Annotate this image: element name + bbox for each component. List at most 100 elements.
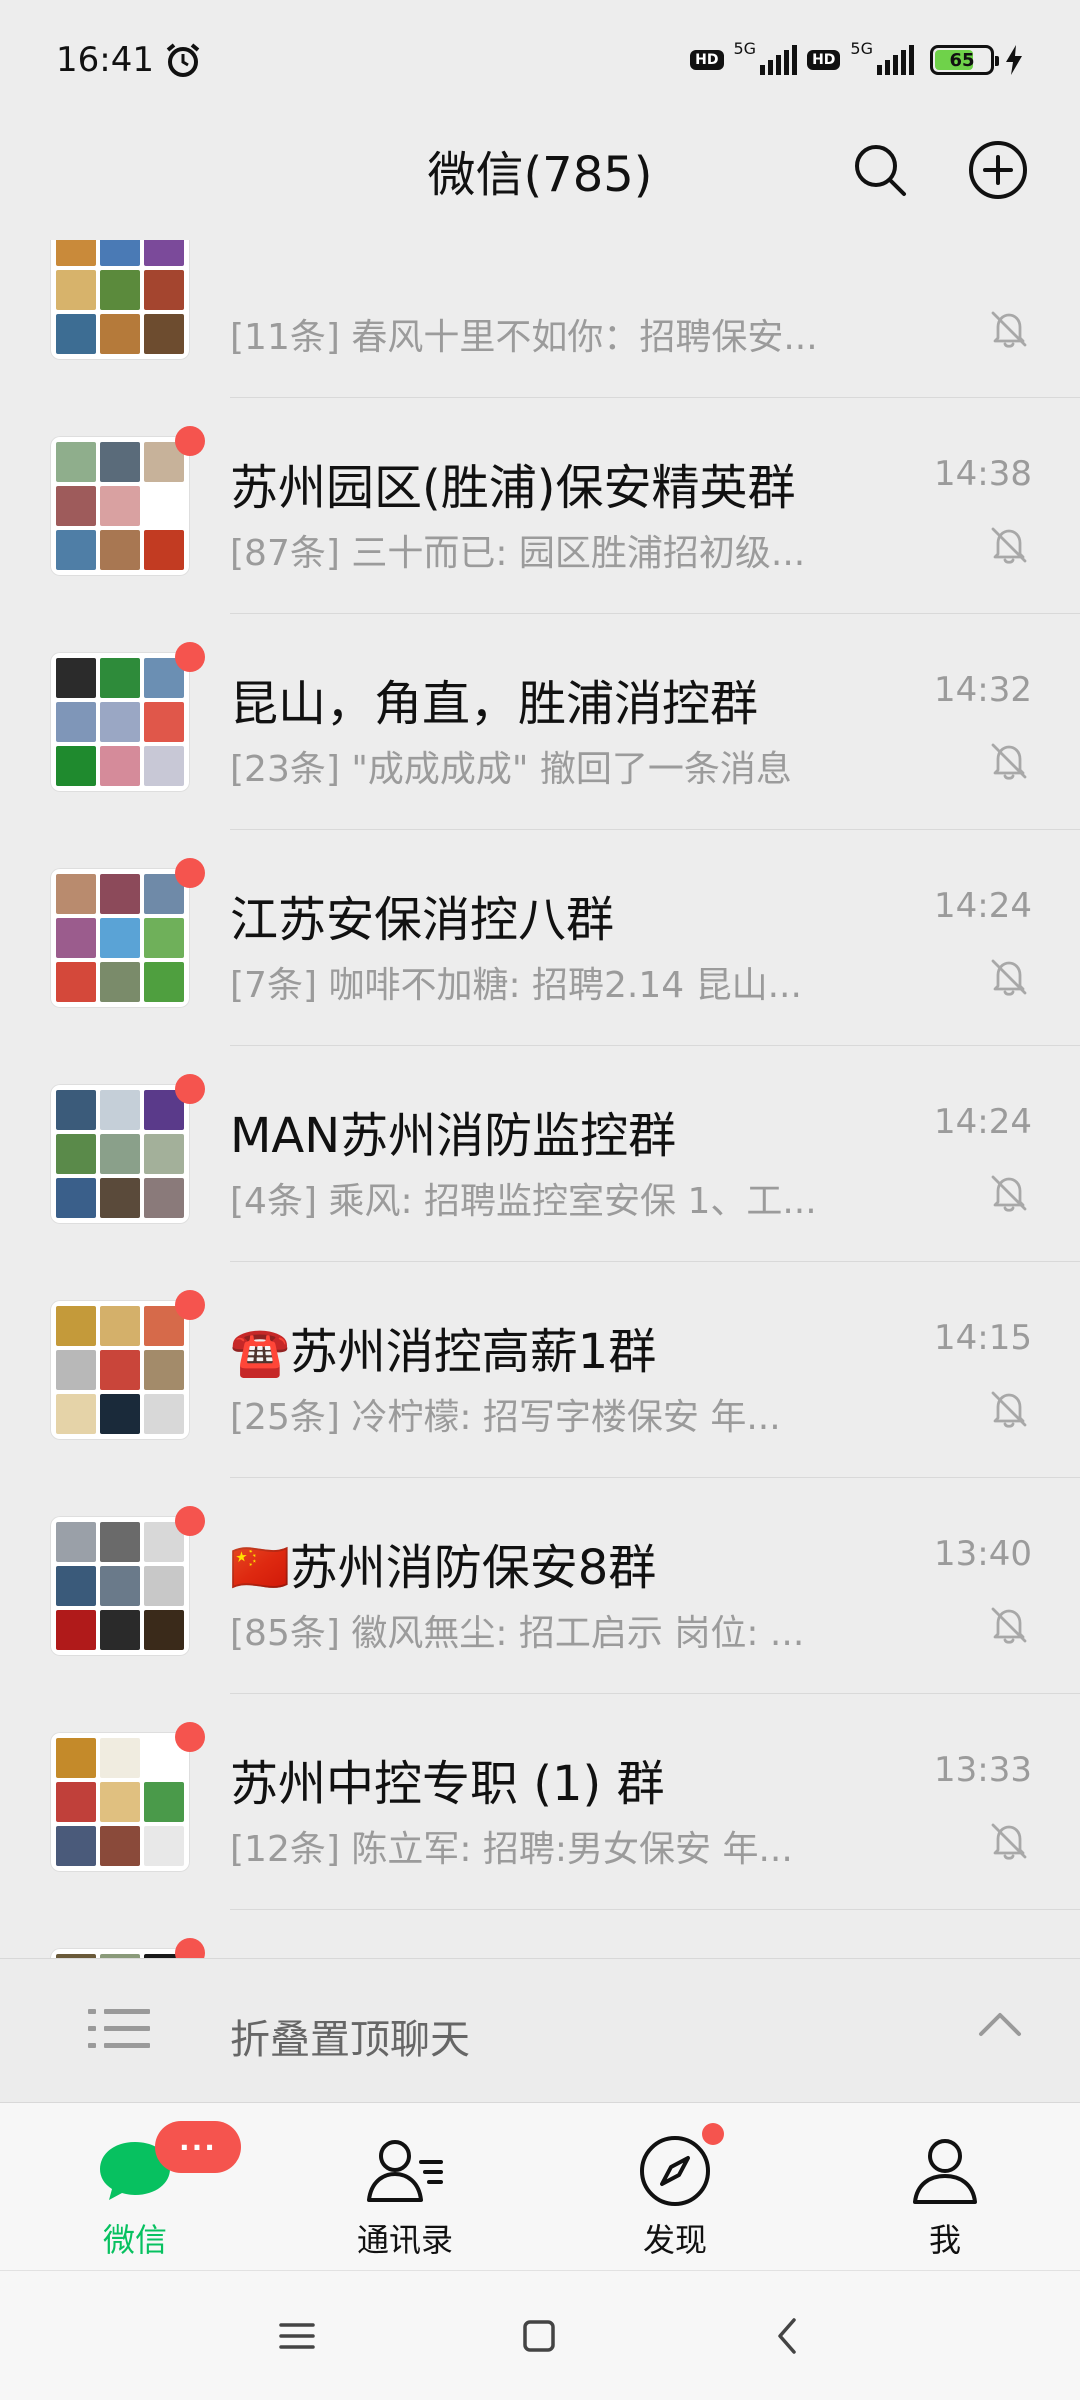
avatar-tile: [100, 1826, 140, 1866]
chat-row[interactable]: 🇨🇳苏州消防保安8群 13:40 [85条] 徽风無尘: 招工启示 岗位: ...: [0, 1478, 1080, 1694]
discover-dot: [702, 2123, 724, 2145]
tab-label-chats: 微信: [102, 2221, 167, 2259]
network-type-1: 5G: [733, 39, 757, 58]
avatar-tile: [100, 530, 140, 570]
avatar-tile: [144, 1134, 184, 1174]
chat-preview: [25条] 冷柠檬: 招写字楼保安 年...: [230, 1397, 781, 1438]
group-avatar: [50, 436, 190, 576]
tab-discover[interactable]: 发现: [540, 2103, 810, 2270]
avatar-tile: [56, 270, 96, 310]
avatar-tile: [100, 240, 140, 266]
chat-time: 14:24: [934, 1102, 1032, 1142]
network-1: 5G: [734, 39, 798, 75]
chat-row[interactable]: 苏州中控专职 (1) 群 13:33 [12条] 陈立军: 招聘:男女保安 年...: [0, 1694, 1080, 1910]
avatar-tile: [144, 1566, 184, 1606]
search-button[interactable]: [850, 140, 910, 200]
mute-bell-icon: [991, 311, 1027, 348]
search-icon: [855, 145, 906, 196]
chat-time: 14:32: [934, 670, 1032, 710]
network-type-2: 5G: [850, 39, 873, 58]
chat-row[interactable]: 江苏安保消控八群 14:24 [7条] 咖啡不加糖: 招聘2.14 昆山...: [0, 830, 1080, 1046]
avatar-tile: [100, 1522, 140, 1562]
avatar-tile: [144, 530, 184, 570]
avatar-tile: [144, 746, 184, 786]
chat-row[interactable]: ☎️苏州消控高薪1群 14:15 [25条] 冷柠檬: 招写字楼保安 年...: [0, 1262, 1080, 1478]
bottom-tab-bar: ··· 微信 通讯录 发现 我: [0, 2102, 1080, 2270]
chat-row[interactable]: 昆山，角直，胜浦消控群 14:32 [23条] "成成成成" 撤回了一条消息: [0, 614, 1080, 830]
status-left: 16:41: [56, 40, 202, 80]
chat-preview: [12条] 陈立军: 招聘:男女保安 年...: [230, 1829, 793, 1870]
avatar-tile: [56, 1350, 96, 1390]
mute-bell-icon: [991, 527, 1027, 564]
chat-row[interactable]: 🇨🇳苏州虎丘保安消控招...13:29[29条] 知足常乐: @沉默不是金...: [0, 1910, 1080, 1958]
avatar-tile: [144, 1178, 184, 1218]
add-button[interactable]: [968, 140, 1028, 200]
chat-name: ☎️苏州消控高薪1群: [230, 1324, 657, 1380]
avatar-tile: [144, 1826, 184, 1866]
avatar-tile: [100, 314, 140, 354]
page-title: 微信(785): [427, 147, 653, 203]
status-time: 16:41: [56, 40, 154, 80]
chat-list-viewport[interactable]: [11条] 春风十里不如你：招聘保安... 苏州园区(胜浦)保安精英群 14:38 […: [0, 240, 1080, 1958]
avatar-tile: [56, 1394, 96, 1434]
avatar-tile: [56, 1134, 96, 1174]
avatar-tile: [100, 918, 140, 958]
chat-time: 14:15: [934, 1318, 1032, 1358]
back-nav-button[interactable]: [762, 2311, 812, 2361]
avatar-tile: [100, 702, 140, 742]
avatar-tile: [144, 1610, 184, 1650]
chat-row[interactable]: MAN苏州消防监控群 14:24 [4条] 乘风: 招聘监控室安保 1、工...: [0, 1046, 1080, 1262]
chat-preview: [87条] 三十而已: 园区胜浦招初级...: [230, 533, 806, 574]
avatar-tile: [144, 702, 184, 742]
unread-dot: [175, 426, 205, 456]
tab-me[interactable]: 我: [810, 2103, 1080, 2270]
avatar-tile: [144, 240, 184, 266]
chat-row[interactable]: 苏州园区(胜浦)保安精英群 14:38 [87条] 三十而已: 园区胜浦招初级...: [0, 398, 1080, 614]
status-right: HD 5G HD 5G 65: [690, 39, 1024, 76]
avatar-tile: [100, 1350, 140, 1390]
back-icon: [778, 2318, 796, 2354]
person-icon: [905, 2131, 985, 2211]
network-2: 5G: [850, 39, 914, 75]
chat-row[interactable]: [11条] 春风十里不如你：招聘保安...: [0, 240, 1080, 398]
avatar-tile: [56, 442, 96, 482]
mute-bell-icon: [991, 1391, 1027, 1428]
avatar-tile: [100, 874, 140, 914]
home-nav-button[interactable]: [514, 2311, 564, 2361]
chat-list: [11条] 春风十里不如你：招聘保安... 苏州园区(胜浦)保安精英群 14:38 […: [0, 240, 1080, 1958]
fold-pinned-chats[interactable]: 折叠置顶聊天: [0, 1958, 1080, 2102]
tab-label-contacts: 通讯录: [356, 2221, 453, 2259]
avatar-tile: [56, 1306, 96, 1346]
avatar-tile: [56, 314, 96, 354]
tab-label-discover: 发现: [642, 2221, 707, 2259]
mute-bell-icon: [991, 1607, 1027, 1644]
plus-circle-icon: [969, 141, 1027, 199]
avatar-tile: [56, 918, 96, 958]
app-header: 微信(785): [0, 120, 1080, 220]
chat-preview: [4条] 乘风: 招聘监控室安保 1、工...: [230, 1181, 817, 1222]
tab-chats[interactable]: ··· 微信: [0, 2103, 270, 2270]
menu-nav-button[interactable]: [272, 2311, 322, 2361]
chat-preview: [23条] "成成成成" 撤回了一条消息: [230, 749, 792, 790]
tab-contacts[interactable]: 通讯录: [270, 2103, 540, 2270]
chat-name: 昆山，角直，胜浦消控群: [230, 676, 759, 732]
group-avatar: [50, 868, 190, 1008]
chat-name: 江苏安保消控八群: [230, 892, 615, 948]
avatar-tile: [100, 1178, 140, 1218]
avatar-tile: [144, 314, 184, 354]
mute-bell-icon: [991, 959, 1027, 996]
avatar-tile: [144, 486, 184, 526]
chat-time: 13:40: [934, 1534, 1032, 1574]
avatar-tile: [100, 658, 140, 698]
avatar-tile: [144, 270, 184, 310]
avatar-tile: [56, 1738, 96, 1778]
avatar-tile: [56, 1610, 96, 1650]
group-avatar: [50, 652, 190, 792]
mute-bell-icon: [991, 1823, 1027, 1860]
unread-dot: [175, 642, 205, 672]
alarm-icon: [166, 43, 200, 77]
avatar-tile: [56, 1566, 96, 1606]
avatar-tile: [100, 1782, 140, 1822]
mute-bell-icon: [991, 743, 1027, 780]
unread-dot: [175, 1506, 205, 1536]
